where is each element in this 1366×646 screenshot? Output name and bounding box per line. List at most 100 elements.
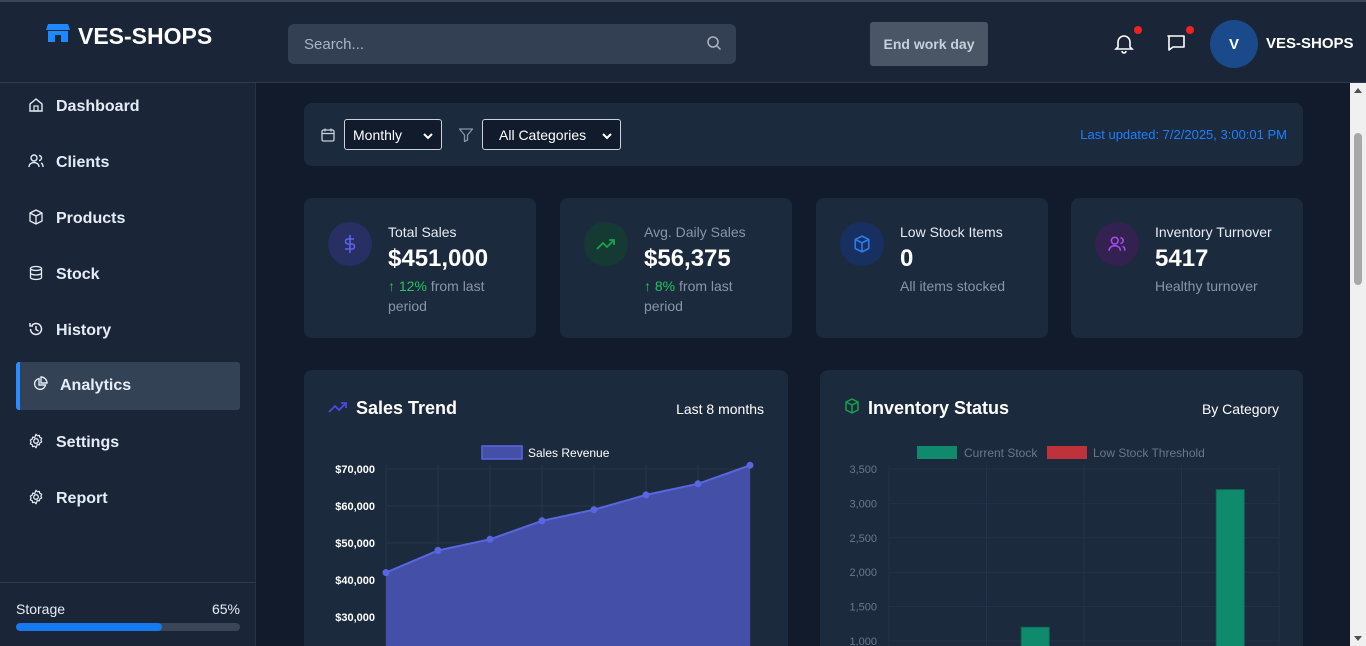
scrollbar[interactable] [1350,83,1366,646]
period-select[interactable]: Monthly [344,119,442,150]
sidebar-item-products[interactable]: Products [16,195,240,243]
sidebar-item-analytics[interactable]: Analytics [16,362,240,410]
data-point [590,506,598,514]
stat-value: 0 [900,245,914,272]
message-icon[interactable] [1165,32,1187,54]
scroll-down-arrow[interactable] [1354,636,1362,641]
y-tick-label: 1,000 [849,636,877,646]
stat-card-total-sales: Total Sales $451,000 ↑ 12% from last per… [304,198,536,338]
stat-card-low-stock: Low Stock Items 0 All items stocked [816,198,1048,338]
sidebar: Dashboard Clients Products Stock History… [0,83,256,646]
trending-up-icon [584,222,628,266]
stat-sub: Healthy turnover [1155,278,1258,294]
avatar[interactable]: V [1210,20,1258,68]
brand[interactable]: VES-SHOPS [46,22,212,50]
stat-sub: All items stocked [900,278,1006,294]
storage-bar [16,623,240,631]
sidebar-item-label: Analytics [60,377,132,394]
search-icon[interactable] [706,35,722,56]
end-work-day-button[interactable]: End work day [870,22,988,66]
box-icon [28,208,44,230]
chevron-down-icon [423,127,433,143]
sidebar-item-label: Report [56,490,108,507]
y-tick-label: $50,000 [335,538,375,550]
legend-swatch [917,446,957,459]
search-input[interactable] [288,24,736,64]
sidebar-item-label: Dashboard [56,98,140,115]
users-icon [1095,222,1139,266]
sidebar-item-clients[interactable]: Clients [16,139,240,187]
stat-card-avg-daily-sales: Avg. Daily Sales $56,375 ↑ 8% from last … [560,198,792,338]
message-dot [1186,26,1194,34]
category-select-value: All Categories [499,126,587,143]
stat-value: $451,000 [388,245,489,272]
sales-trend-chart: $70,000 $60,000 $50,000 $40,000 $30,000 Sales… [335,445,754,646]
pie-chart-icon [32,375,48,397]
storage-widget: Storage 65% [0,582,256,646]
y-tick-label: 3,000 [849,498,877,510]
stat-label: Total Sales [388,224,457,240]
data-point [746,461,754,469]
stat-sub: ↑ 12% from last period [388,276,518,316]
box-icon [844,398,860,419]
inventory-status-chart: 3,500 3,000 2,500 2,000 1,500 1,000 Current St… [849,446,1280,646]
box-icon [840,222,884,266]
sidebar-item-label: Stock [56,266,100,283]
sidebar-item-label: History [56,322,112,339]
y-tick-label: 2,000 [849,567,877,579]
legend-label: Current Stock [964,446,1038,460]
data-point [382,569,390,577]
filter-bar: Monthly All Categories Last updated: 7/2… [304,103,1303,166]
sidebar-item-label: Clients [56,154,110,171]
sidebar-item-stock[interactable]: Stock [16,251,240,299]
scroll-up-arrow[interactable] [1354,88,1362,93]
category-select[interactable]: All Categories [482,119,621,150]
stat-value: $56,375 [644,245,731,272]
data-point [694,480,702,488]
storage-percent: 65% [211,601,240,617]
username[interactable]: VES-SHOPS [1266,35,1354,52]
store-icon [46,22,70,50]
inventory-status-group: By Category [1201,401,1279,417]
inventory-status-panel: Inventory Status By Category 3,500 3,000 2… [820,370,1303,646]
notification-dot [1134,26,1142,34]
sidebar-item-history[interactable]: History [16,307,240,355]
legend-swatch [1047,446,1087,459]
database-icon [28,265,44,286]
sidebar-item-dashboard[interactable]: Dashboard [16,83,240,131]
panel-title: Inventory Status [844,398,1009,419]
notification-bell-icon[interactable] [1113,32,1135,54]
stat-change: ↑ 12% [388,278,427,294]
sidebar-item-label: Products [56,210,126,227]
trending-up-icon [328,398,348,419]
data-point [642,491,650,499]
stat-sub: ↑ 8% from last period [644,276,774,316]
storage-label: Storage [16,601,66,617]
storage-bar-fill [16,623,162,631]
users-icon [28,153,44,174]
last-updated: Last updated: 7/2/2025, 3:00:01 PM [1080,127,1287,142]
sidebar-item-report[interactable]: Report [16,475,240,523]
sales-trend-panel: Sales Trend Last 8 months $70,000 $60,000… [304,370,788,646]
period-select-value: Monthly [353,126,403,143]
search-box[interactable] [288,24,736,64]
bar-current-stock [1020,626,1050,646]
legend-label: Sales Revenue [528,446,610,460]
sidebar-item-label: Settings [56,434,120,451]
history-icon [28,321,44,342]
y-tick-label: $70,000 [335,464,375,476]
area-fill [386,465,750,646]
legend-label: Low Stock Threshold [1093,446,1205,460]
brand-name: VES-SHOPS [78,22,213,49]
stat-label: Avg. Daily Sales [644,224,746,240]
scrollbar-thumb[interactable] [1354,133,1362,285]
sidebar-item-settings[interactable]: Settings [16,419,240,467]
stat-label: Inventory Turnover [1155,224,1272,240]
home-icon [28,97,44,118]
panel-title: Sales Trend [328,398,457,419]
stat-label: Low Stock Items [900,224,1003,240]
sales-trend-title: Sales Trend [356,398,458,418]
top-bar: VES-SHOPS End work day V VES-SHOPS [0,0,1366,83]
gear-icon [28,433,44,454]
y-tick-label: 3,500 [849,464,877,476]
